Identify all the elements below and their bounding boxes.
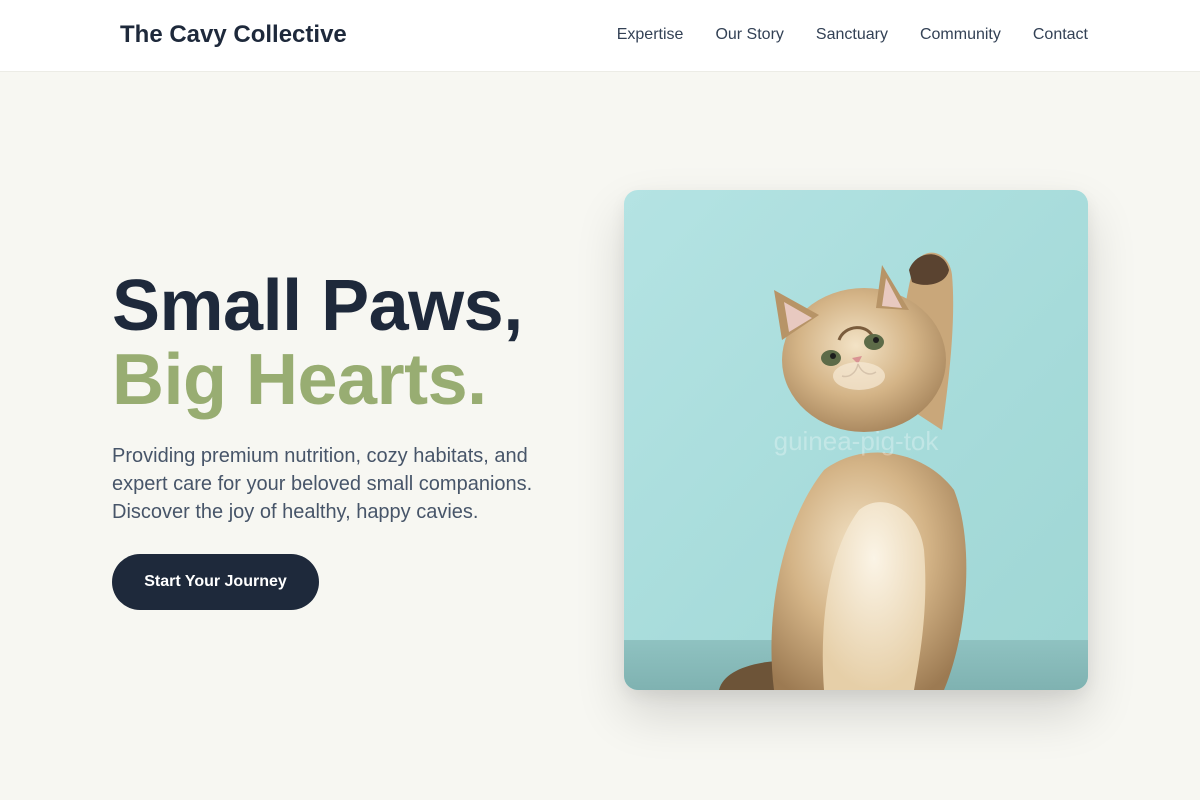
nav-link-sanctuary[interactable]: Sanctuary (816, 24, 888, 46)
hero-headline: Small Paws, Big Hearts. (112, 268, 582, 416)
main-nav: Expertise Our Story Sanctuary Community … (617, 24, 1088, 46)
image-watermark: guinea-pig-tok (774, 426, 940, 456)
nav-link-our-story[interactable]: Our Story (715, 24, 783, 46)
brand-logo[interactable]: The Cavy Collective (120, 20, 347, 50)
hero-image: guinea-pig-tok (624, 190, 1088, 690)
site-header: The Cavy Collective Expertise Our Story … (0, 0, 1200, 72)
start-journey-button[interactable]: Start Your Journey (112, 554, 319, 610)
hero-text: Small Paws, Big Hearts. Providing premiu… (112, 268, 582, 526)
kitten-photo-icon: guinea-pig-tok (624, 190, 1088, 690)
nav-link-contact[interactable]: Contact (1033, 24, 1088, 46)
headline-line-2: Big Hearts. (112, 340, 487, 420)
hero-subtitle: Providing premium nutrition, cozy habita… (112, 445, 533, 523)
nav-link-expertise[interactable]: Expertise (617, 24, 684, 46)
headline-line-1: Small Paws, (112, 266, 523, 346)
nav-link-community[interactable]: Community (920, 24, 1001, 46)
